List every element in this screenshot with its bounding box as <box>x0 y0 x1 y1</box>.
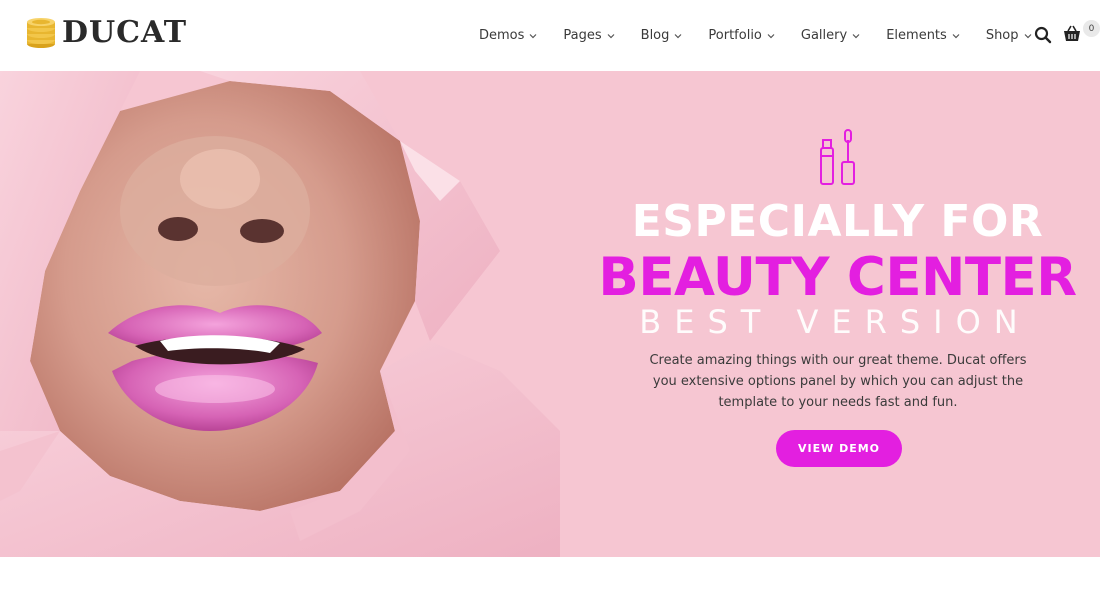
nav-item-label: Blog <box>640 28 670 43</box>
hero-headline-2: BEAUTY CENTER <box>598 247 1077 308</box>
nav-item-label: Gallery <box>800 28 848 43</box>
nav-item-label: Portfolio <box>708 28 762 43</box>
hero-subheadline: BEST VERSION <box>639 303 1031 341</box>
nav-item-pages[interactable]: Pages <box>550 0 627 71</box>
search-icon[interactable] <box>1034 26 1052 44</box>
chevron-down-icon <box>529 33 537 38</box>
view-demo-button[interactable]: VIEW DEMO <box>776 430 902 467</box>
chevron-down-icon <box>952 33 960 38</box>
chevron-down-icon <box>674 33 682 38</box>
nav-item-label: Demos <box>479 28 525 43</box>
cart-icon[interactable] <box>1062 24 1082 44</box>
lipgloss-mascara-icon <box>820 129 855 185</box>
coins-icon <box>27 18 55 48</box>
hero-description: Create amazing things with our great the… <box>649 353 1027 410</box>
hero-lips-image <box>0 71 560 557</box>
nav-item-shop[interactable]: Shop <box>973 0 1040 71</box>
chevron-down-icon <box>852 33 860 38</box>
nav-item-elements[interactable]: Elements <box>873 0 973 71</box>
nav-item-demos[interactable]: Demos <box>466 0 550 71</box>
nav-item-label: Elements <box>886 28 947 43</box>
chevron-down-icon <box>767 33 775 38</box>
hero-headline-1: ESPECIALLY FOR <box>631 196 1044 247</box>
nav-item-gallery[interactable]: Gallery <box>788 0 873 71</box>
chevron-down-icon <box>1024 33 1031 38</box>
logo[interactable]: DUCAT <box>24 16 187 50</box>
nav-item-label: Pages <box>563 28 602 43</box>
site-header: DUCAT Demos Pages Blog Portfolio Gallery… <box>0 0 1100 71</box>
nav-item-portfolio[interactable]: Portfolio <box>695 0 787 71</box>
main-nav: Demos Pages Blog Portfolio Gallery Eleme… <box>466 0 1040 71</box>
brand-name: DUCAT <box>62 15 188 50</box>
nav-item-blog[interactable]: Blog <box>628 0 696 71</box>
cart-count-badge: 0 <box>1083 20 1100 37</box>
nav-item-label: Shop <box>985 28 1019 43</box>
chevron-down-icon <box>607 33 615 38</box>
